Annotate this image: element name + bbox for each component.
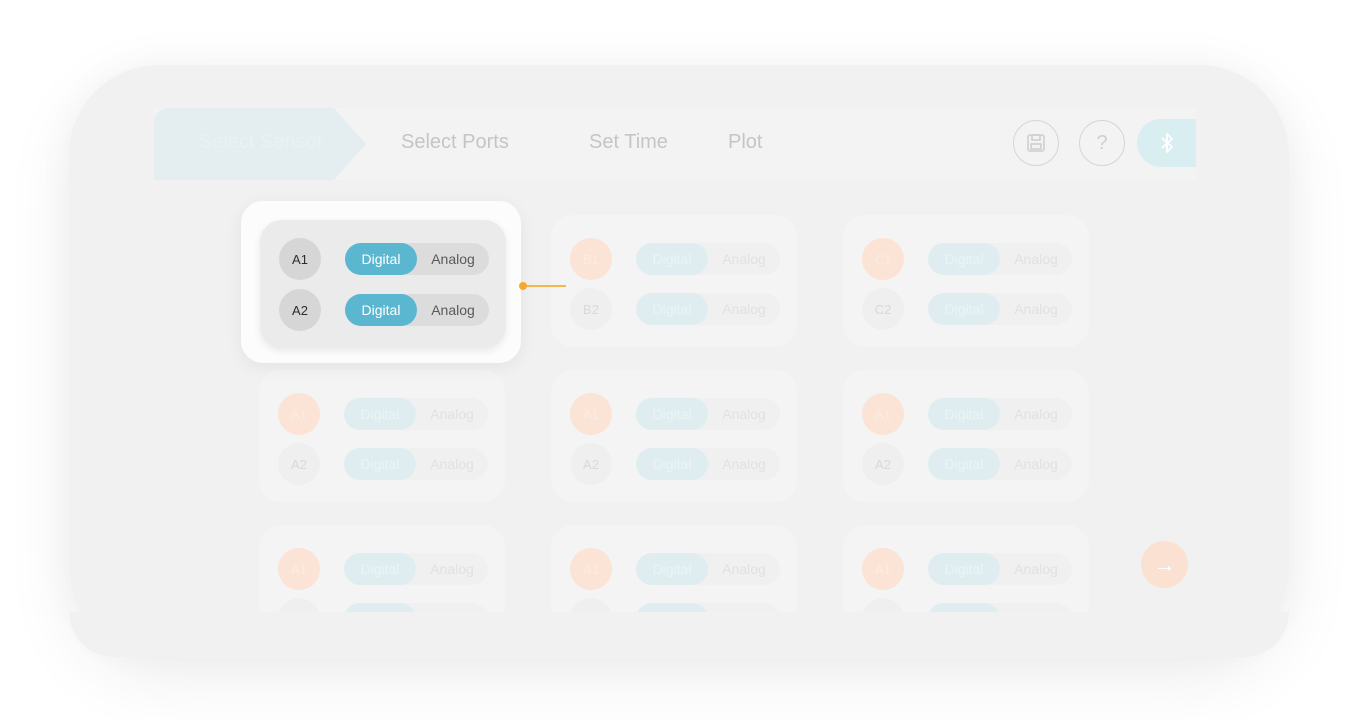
digital-option[interactable]: Digital xyxy=(345,243,417,275)
analog-option[interactable]: Analog xyxy=(416,398,488,430)
digital-option[interactable]: Digital xyxy=(928,448,1000,480)
digital-option[interactable]: Digital xyxy=(344,448,416,480)
save-button[interactable] xyxy=(1013,120,1059,166)
digital-option[interactable]: Digital xyxy=(928,293,1000,325)
port-a2[interactable]: A2 xyxy=(278,443,320,485)
port-a1[interactable]: A1 xyxy=(278,393,320,435)
port-a1[interactable]: A1 xyxy=(862,548,904,590)
step-navigation: Select Sensor Select Ports Set Time Plot… xyxy=(154,108,1196,180)
digital-option[interactable]: Digital xyxy=(636,398,708,430)
step-set-time[interactable]: Set Time xyxy=(589,108,668,180)
analog-option[interactable]: Analog xyxy=(708,243,780,275)
mode-toggle: Digital Analog xyxy=(345,243,489,275)
analog-option[interactable]: Analog xyxy=(708,398,780,430)
step-select-sensor[interactable]: Select Sensor xyxy=(154,108,366,180)
port-c2[interactable]: C2 xyxy=(862,288,904,330)
mode-toggle: Digital Analog xyxy=(928,243,1072,275)
content-clip xyxy=(69,612,1289,657)
mode-toggle: Digital Analog xyxy=(928,553,1072,585)
analog-option[interactable]: Analog xyxy=(708,293,780,325)
help-button[interactable]: ? xyxy=(1079,120,1125,166)
port-panel: A1 Digital Analog A2 Digital Analog xyxy=(551,370,797,502)
port-panel-b: B1 Digital Analog B2 Digital Analog xyxy=(551,215,797,347)
port-c1[interactable]: C1 xyxy=(862,238,904,280)
analog-option[interactable]: Analog xyxy=(1000,553,1072,585)
digital-option[interactable]: Digital xyxy=(344,553,416,585)
mode-toggle: Digital Analog xyxy=(344,553,488,585)
analog-option[interactable]: Analog xyxy=(1000,448,1072,480)
analog-option[interactable]: Analog xyxy=(417,294,489,326)
port-panel: A1 Digital Analog A2 Digital Analog xyxy=(843,370,1089,502)
port-a2[interactable]: A2 xyxy=(570,443,612,485)
analog-option[interactable]: Analog xyxy=(708,553,780,585)
step-select-ports[interactable]: Select Ports xyxy=(401,108,509,180)
mode-toggle: Digital Analog xyxy=(344,398,488,430)
digital-option[interactable]: Digital xyxy=(636,448,708,480)
analog-option[interactable]: Analog xyxy=(1000,243,1072,275)
help-icon: ? xyxy=(1096,131,1108,154)
port-a1[interactable]: A1 xyxy=(862,393,904,435)
analog-option[interactable]: Analog xyxy=(708,448,780,480)
mode-toggle: Digital Analog xyxy=(636,553,780,585)
digital-option[interactable]: Digital xyxy=(636,553,708,585)
analog-option[interactable]: Analog xyxy=(1000,398,1072,430)
digital-option[interactable]: Digital xyxy=(928,398,1000,430)
analog-option[interactable]: Analog xyxy=(417,243,489,275)
arrow-right-icon: → xyxy=(1153,551,1176,577)
mode-toggle: Digital Analog xyxy=(928,398,1072,430)
mode-toggle: Digital Analog xyxy=(928,448,1072,480)
next-button[interactable]: → xyxy=(1141,541,1188,588)
mode-toggle: Digital Analog xyxy=(928,293,1072,325)
mode-toggle: Digital Analog xyxy=(344,448,488,480)
mode-toggle: Digital Analog xyxy=(636,293,780,325)
mode-toggle: Digital Analog xyxy=(636,398,780,430)
port-a2[interactable]: A2 xyxy=(862,443,904,485)
analog-option[interactable]: Analog xyxy=(1000,293,1072,325)
mode-toggle: Digital Analog xyxy=(636,243,780,275)
connector-line xyxy=(524,285,566,287)
port-a1[interactable]: A1 xyxy=(279,238,321,280)
port-b2[interactable]: B2 xyxy=(570,288,612,330)
port-panel-a: A1 Digital Analog A2 Digital Analog xyxy=(260,220,506,348)
step-plot[interactable]: Plot xyxy=(728,108,762,180)
digital-option[interactable]: Digital xyxy=(636,293,708,325)
digital-option[interactable]: Digital xyxy=(928,553,1000,585)
mode-toggle: Digital Analog xyxy=(345,294,489,326)
digital-option[interactable]: Digital xyxy=(345,294,417,326)
digital-option[interactable]: Digital xyxy=(636,243,708,275)
bluetooth-button[interactable] xyxy=(1137,119,1196,167)
port-a1[interactable]: A1 xyxy=(570,393,612,435)
save-icon xyxy=(1027,134,1045,152)
digital-option[interactable]: Digital xyxy=(344,398,416,430)
analog-option[interactable]: Analog xyxy=(416,553,488,585)
port-panel-c: C1 Digital Analog C2 Digital Analog xyxy=(843,215,1089,347)
digital-option[interactable]: Digital xyxy=(928,243,1000,275)
focused-port-panel: A1 Digital Analog A2 Digital Analog xyxy=(241,201,521,363)
connector-dot xyxy=(519,282,527,290)
port-a1[interactable]: A1 xyxy=(278,548,320,590)
port-a1[interactable]: A1 xyxy=(570,548,612,590)
app-window: Select Sensor Select Ports Set Time Plot… xyxy=(69,65,1289,657)
port-b1[interactable]: B1 xyxy=(570,238,612,280)
mode-toggle: Digital Analog xyxy=(636,448,780,480)
bluetooth-icon xyxy=(1160,133,1173,153)
port-a2[interactable]: A2 xyxy=(279,289,321,331)
analog-option[interactable]: Analog xyxy=(416,448,488,480)
port-panel: A1 Digital Analog A2 Digital Analog xyxy=(259,370,505,502)
